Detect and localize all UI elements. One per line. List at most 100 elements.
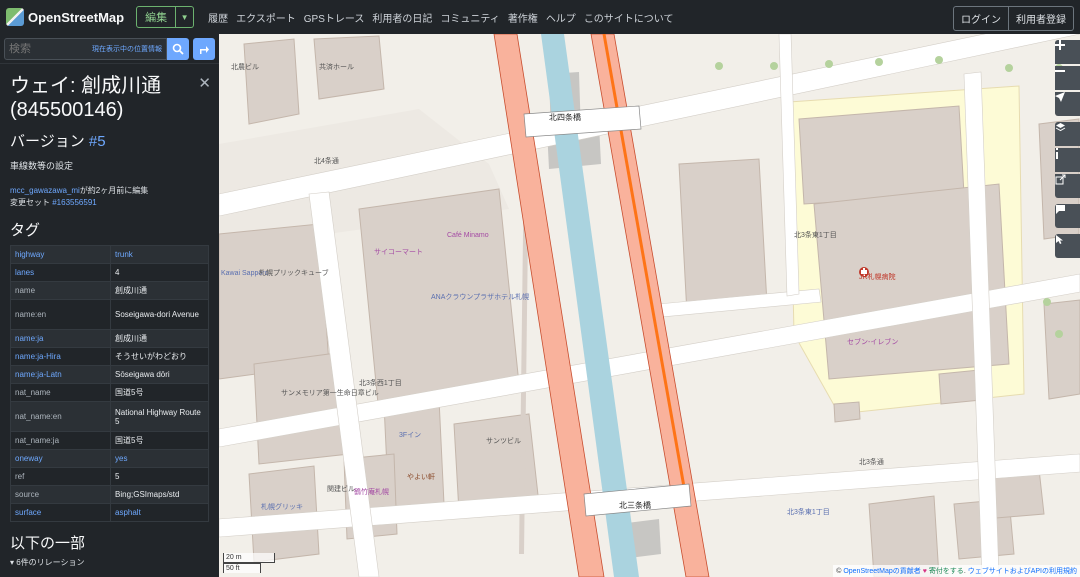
- tag-key: name: [10, 281, 111, 300]
- layers-button[interactable]: [1055, 122, 1080, 146]
- login-button[interactable]: ログイン: [953, 6, 1009, 31]
- map-view[interactable]: 北四条橋 北三条橋 北3条東1丁目 北3条西1丁目 北4条通 北3条通 JR札幌…: [219, 34, 1080, 577]
- tag-key: source: [10, 485, 111, 504]
- tag-row: nat_name:ja 国道5号: [10, 431, 209, 450]
- map-poi-hospital[interactable]: JR札幌病院: [859, 274, 896, 282]
- tag-row: oneway yes: [10, 449, 209, 468]
- tag-key[interactable]: oneway: [10, 449, 111, 468]
- scale-metric: 20 m: [223, 553, 275, 563]
- nav-copyright[interactable]: 著作権: [508, 10, 538, 25]
- close-icon[interactable]: ✕: [198, 74, 211, 92]
- top-header: OpenStreetMap 編集 ▼ 履歴 エクスポート GPSトレース 利用者…: [0, 0, 1080, 34]
- signup-button[interactable]: 利用者登録: [1009, 6, 1074, 31]
- map-poi-brick-cube[interactable]: 札幌プリックキューブ: [259, 270, 329, 278]
- edit-dropdown-toggle[interactable]: ▼: [176, 6, 195, 28]
- osm-logo-icon: [6, 8, 24, 26]
- map-label-kita3-higashi: 北3条東1丁目: [794, 232, 837, 239]
- search-input[interactable]: [9, 42, 89, 55]
- map-canvas[interactable]: [219, 34, 1080, 577]
- map-poi-sun-building[interactable]: サンツビル: [486, 438, 521, 446]
- version-link[interactable]: #5: [89, 133, 106, 150]
- tag-key[interactable]: name:ja-Hira: [10, 347, 111, 366]
- tag-key[interactable]: highway: [10, 245, 111, 264]
- scale-bar: 20 m 50 ft: [223, 553, 275, 573]
- tag-value[interactable]: yes: [110, 449, 209, 468]
- tag-row: lanes 4: [10, 263, 209, 282]
- map-poi-hokuno-building[interactable]: 北農ビル: [231, 64, 259, 72]
- search-go-button[interactable]: [167, 37, 189, 60]
- part-of-heading: 以下の一部: [10, 535, 86, 552]
- map-poi-sapporo-gurikki[interactable]: 札幌グリッキ: [261, 504, 303, 512]
- tag-row: name:ja-Hira そうせいがわどおり: [10, 347, 209, 366]
- add-note-button[interactable]: [1055, 204, 1080, 228]
- version-heading: バージョン #5: [10, 130, 209, 151]
- nav-export[interactable]: エクスポート: [236, 10, 296, 25]
- tag-key[interactable]: surface: [10, 503, 111, 522]
- note-icon: [1056, 205, 1065, 214]
- tags-table: highway trunk lanes 4 name 創成川通 name:en Soseiga…: [10, 245, 209, 522]
- tag-value: 国道5号: [110, 383, 209, 402]
- nav-help[interactable]: ヘルプ: [546, 10, 576, 25]
- directions-icon: [200, 45, 209, 54]
- nav-about[interactable]: このサイトについて: [584, 10, 674, 25]
- auth-buttons: ログイン 利用者登録: [953, 6, 1074, 31]
- attribution-contributors-link[interactable]: OpenStreetMapの貢献者: [843, 568, 920, 575]
- map-poi-ana-hotel[interactable]: ANAクラウンプラザホテル札幌: [431, 294, 529, 302]
- edit-button[interactable]: 編集: [136, 6, 177, 28]
- query-features-button[interactable]: [1055, 234, 1080, 258]
- terms-link[interactable]: ウェブサイトおよびAPIの利用規約: [968, 568, 1077, 575]
- relations-toggle[interactable]: ▾ 6件のリレーション: [10, 557, 209, 568]
- share-button[interactable]: [1055, 174, 1080, 198]
- directions-button[interactable]: [193, 37, 215, 60]
- map-poi-3f-inn[interactable]: 3Fイン: [399, 432, 421, 440]
- map-poi-cafe[interactable]: Café Minamo: [447, 232, 489, 240]
- tag-key: nat_name:ja: [10, 431, 111, 450]
- map-key-button[interactable]: [1055, 148, 1080, 172]
- donate-link[interactable]: 寄付をする: [929, 568, 964, 575]
- nav-user-diaries[interactable]: 利用者の日記: [372, 10, 432, 25]
- tag-key[interactable]: name:ja-Latn: [10, 365, 111, 384]
- page-title: ウェイ: 創成川通 (845500146): [10, 75, 162, 121]
- map-label-bridge-kita3: 北三条橋: [619, 501, 651, 510]
- info-icon: [1056, 148, 1058, 159]
- tag-value[interactable]: trunk: [110, 245, 209, 264]
- tag-key: nat_name: [10, 383, 111, 402]
- logo[interactable]: OpenStreetMap: [6, 8, 124, 26]
- edited-text: が約2ヶ月前に編集: [79, 186, 149, 195]
- map-poi-sun-memoria[interactable]: サンメモリア第一生命日章ビル: [281, 390, 379, 398]
- tag-value: 創成川通: [110, 329, 209, 348]
- map-poi-yayoiken[interactable]: やよい軒: [407, 474, 435, 482]
- changeset-link[interactable]: #163556591: [52, 198, 97, 207]
- map-poi-kanken[interactable]: 関建ビル: [327, 486, 355, 494]
- zoom-in-button[interactable]: [1055, 40, 1080, 64]
- map-poi-tsurutake[interactable]: 鶴竹庵札幌: [354, 489, 389, 497]
- plus-icon: [1055, 40, 1065, 50]
- nav-communities[interactable]: コミュニティ: [440, 10, 499, 25]
- where-am-i-link[interactable]: 現在表示中の位置情報: [92, 44, 162, 54]
- tag-key[interactable]: name:ja: [10, 329, 111, 348]
- version-prefix: バージョン: [10, 133, 85, 150]
- tag-row: name:ja-Latn Sōseigawa dōri: [10, 365, 209, 384]
- zoom-out-button[interactable]: [1055, 66, 1080, 90]
- map-poi-kita3-east[interactable]: 北3条東1丁目: [787, 509, 830, 517]
- map-poi-kyosai-hall[interactable]: 共済ホール: [319, 64, 354, 72]
- share-icon: [1055, 174, 1066, 185]
- tag-row: nat_name 国道5号: [10, 383, 209, 402]
- tag-row: ref 5: [10, 467, 209, 486]
- nav-gps-traces[interactable]: GPSトレース: [304, 10, 365, 25]
- locate-button[interactable]: [1055, 92, 1080, 116]
- map-poi-mart[interactable]: サイコーマート: [374, 249, 423, 257]
- search-box: 現在表示中の位置情報: [4, 37, 167, 60]
- map-poi-seven-eleven[interactable]: セブン-イレブン: [847, 339, 898, 347]
- nav-history[interactable]: 履歴: [208, 10, 228, 25]
- attribution: © OpenStreetMapの貢献者 ♥ 寄付をする. ウェブサイトおよびAP…: [833, 565, 1080, 577]
- tag-row: highway trunk: [10, 245, 209, 264]
- changeset-prefix: 変更セット: [10, 198, 50, 207]
- tag-key[interactable]: lanes: [10, 263, 111, 282]
- tag-row: surface asphalt: [10, 503, 209, 522]
- tag-row: name:ja 創成川通: [10, 329, 209, 348]
- editor-link[interactable]: mcc_gawazawa_mi: [10, 186, 80, 195]
- feature-panel: ウェイ: 創成川通 (845500146) バージョン #5 車線数等の設定 m…: [0, 74, 219, 568]
- tag-value[interactable]: asphalt: [110, 503, 209, 522]
- location-arrow-icon: [1055, 92, 1065, 102]
